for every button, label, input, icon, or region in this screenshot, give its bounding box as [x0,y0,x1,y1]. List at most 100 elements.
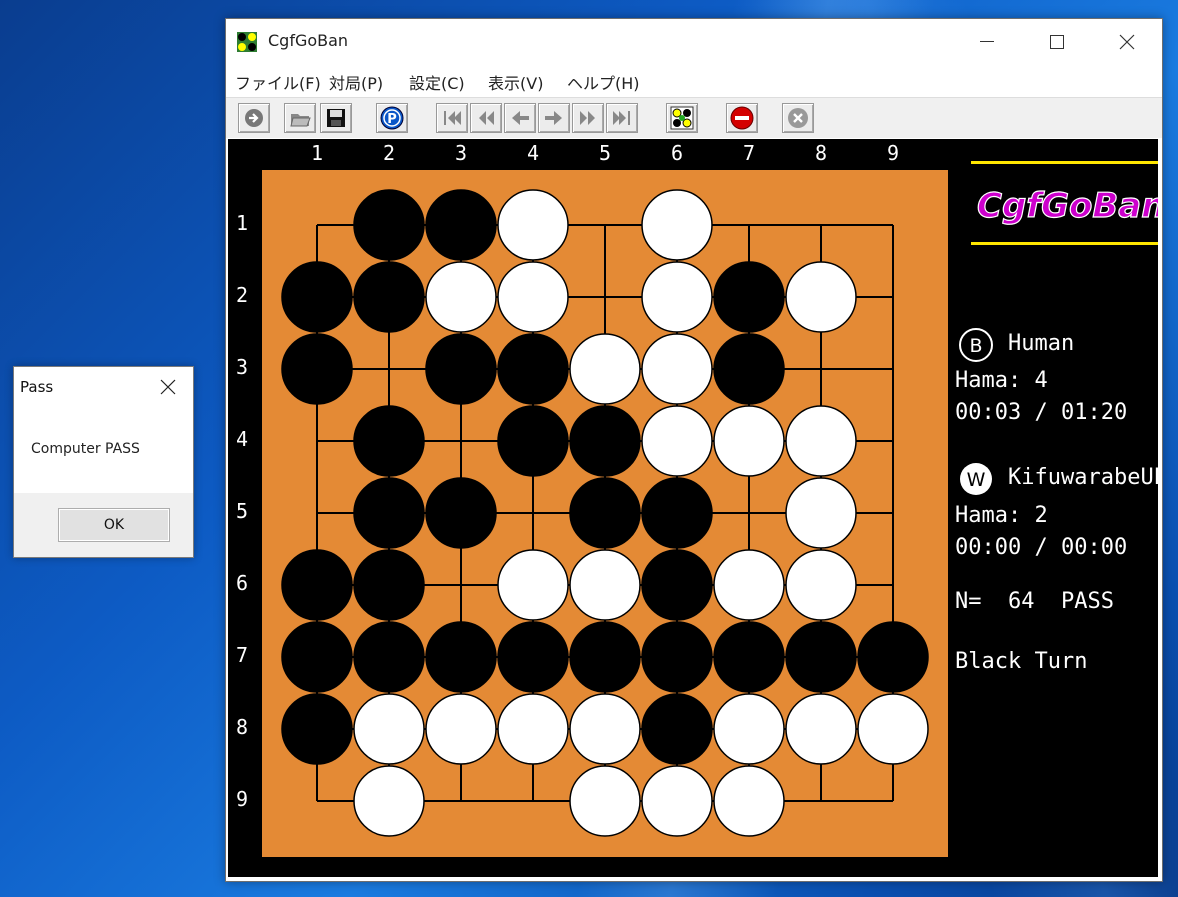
undo-button[interactable] [238,103,270,133]
white-stone[interactable] [641,405,713,477]
menu-settings[interactable]: 設定(C) [409,70,465,94]
black-time: 00:03 / 01:20 [955,400,1128,425]
back-fast-button[interactable] [470,103,502,133]
forward-one-button[interactable] [538,103,570,133]
white-stone[interactable] [497,261,569,333]
board-setup-icon [670,106,694,130]
white-stone[interactable] [785,261,857,333]
toolbar: P [226,97,1162,138]
white-stone[interactable] [425,261,497,333]
white-stone[interactable] [641,765,713,837]
white-stone[interactable] [641,261,713,333]
first-move-button[interactable] [436,103,468,133]
svg-text:P: P [387,112,397,127]
turn-status: Black Turn [955,649,1088,674]
black-stone[interactable] [281,693,353,765]
white-stone[interactable] [353,765,425,837]
black-stone[interactable] [353,405,425,477]
black-stone[interactable] [713,333,785,405]
black-stone[interactable] [569,477,641,549]
close-button[interactable] [1092,19,1162,65]
black-stone[interactable] [353,261,425,333]
white-stone[interactable] [569,765,641,837]
save-button[interactable] [320,103,352,133]
pass-button[interactable]: P [376,103,408,133]
menu-file[interactable]: ファイル(F) [235,70,321,94]
black-stone[interactable] [281,621,353,693]
maximize-button[interactable] [1022,19,1092,65]
column-label: 9 [887,141,900,165]
white-stone[interactable] [641,189,713,261]
forward-fast-button[interactable] [572,103,604,133]
dialog-close-icon[interactable] [160,379,176,395]
close-game-button[interactable] [782,103,814,133]
white-stone[interactable] [569,693,641,765]
black-stone[interactable] [785,621,857,693]
white-stone[interactable] [353,693,425,765]
white-stone[interactable] [569,333,641,405]
back-one-button[interactable] [504,103,536,133]
board-setup-button[interactable] [666,103,698,133]
stop-icon [730,106,754,130]
white-player-name: KifuwarabeUEC [1008,465,1158,490]
menu-help[interactable]: ヘルプ(H) [567,70,640,94]
dialog-title: Pass [20,378,54,396]
move-status: N= 64 PASS [955,589,1114,614]
save-disk-icon [327,109,345,127]
white-stone[interactable] [713,549,785,621]
black-stone[interactable] [569,621,641,693]
back-one-icon [512,111,529,125]
black-stone[interactable] [497,621,569,693]
black-stone[interactable] [497,405,569,477]
black-stone[interactable] [857,621,929,693]
white-stone[interactable] [785,549,857,621]
black-stone[interactable] [281,333,353,405]
row-label: 9 [236,787,249,811]
black-stone[interactable] [425,189,497,261]
black-stone[interactable] [353,549,425,621]
white-stone[interactable] [713,765,785,837]
column-label: 1 [311,141,324,165]
white-stone[interactable] [497,693,569,765]
white-stone[interactable] [785,477,857,549]
black-stone[interactable] [353,189,425,261]
minimize-button[interactable] [952,19,1022,65]
ok-button[interactable]: OK [58,508,170,542]
black-stone[interactable] [713,261,785,333]
black-stone[interactable] [569,405,641,477]
white-stone[interactable] [497,549,569,621]
menu-game[interactable]: 対局(P) [329,70,383,94]
black-stone[interactable] [425,621,497,693]
black-stone[interactable] [281,549,353,621]
column-label: 2 [383,141,396,165]
black-stone[interactable] [425,333,497,405]
black-stone[interactable] [353,621,425,693]
black-stone[interactable] [641,549,713,621]
black-stone[interactable] [497,333,569,405]
white-stone[interactable] [785,693,857,765]
white-stone[interactable] [569,549,641,621]
back-fast-icon [479,111,494,125]
white-stone[interactable] [641,333,713,405]
black-stone[interactable] [281,261,353,333]
column-label: 3 [455,141,468,165]
white-stone[interactable] [713,693,785,765]
black-stone[interactable] [425,477,497,549]
black-stone[interactable] [641,477,713,549]
last-move-button[interactable] [606,103,638,133]
title-bar[interactable]: CgfGoBan [226,19,1162,65]
white-stone[interactable] [857,693,929,765]
open-button[interactable] [284,103,316,133]
white-stone[interactable] [713,405,785,477]
black-stone[interactable] [713,621,785,693]
game-area: 1 2 3 4 5 6 7 8 9 1 2 3 4 5 6 7 8 9 CgfGoBan B Human Ham… [228,139,1158,877]
black-stone[interactable] [641,621,713,693]
white-stone[interactable] [497,189,569,261]
dialog-title-bar[interactable]: Pass [14,367,193,407]
white-stone[interactable] [785,405,857,477]
white-stone[interactable] [425,693,497,765]
black-stone[interactable] [353,477,425,549]
stop-button[interactable] [726,103,758,133]
black-stone[interactable] [641,693,713,765]
menu-view[interactable]: 表示(V) [488,70,543,94]
